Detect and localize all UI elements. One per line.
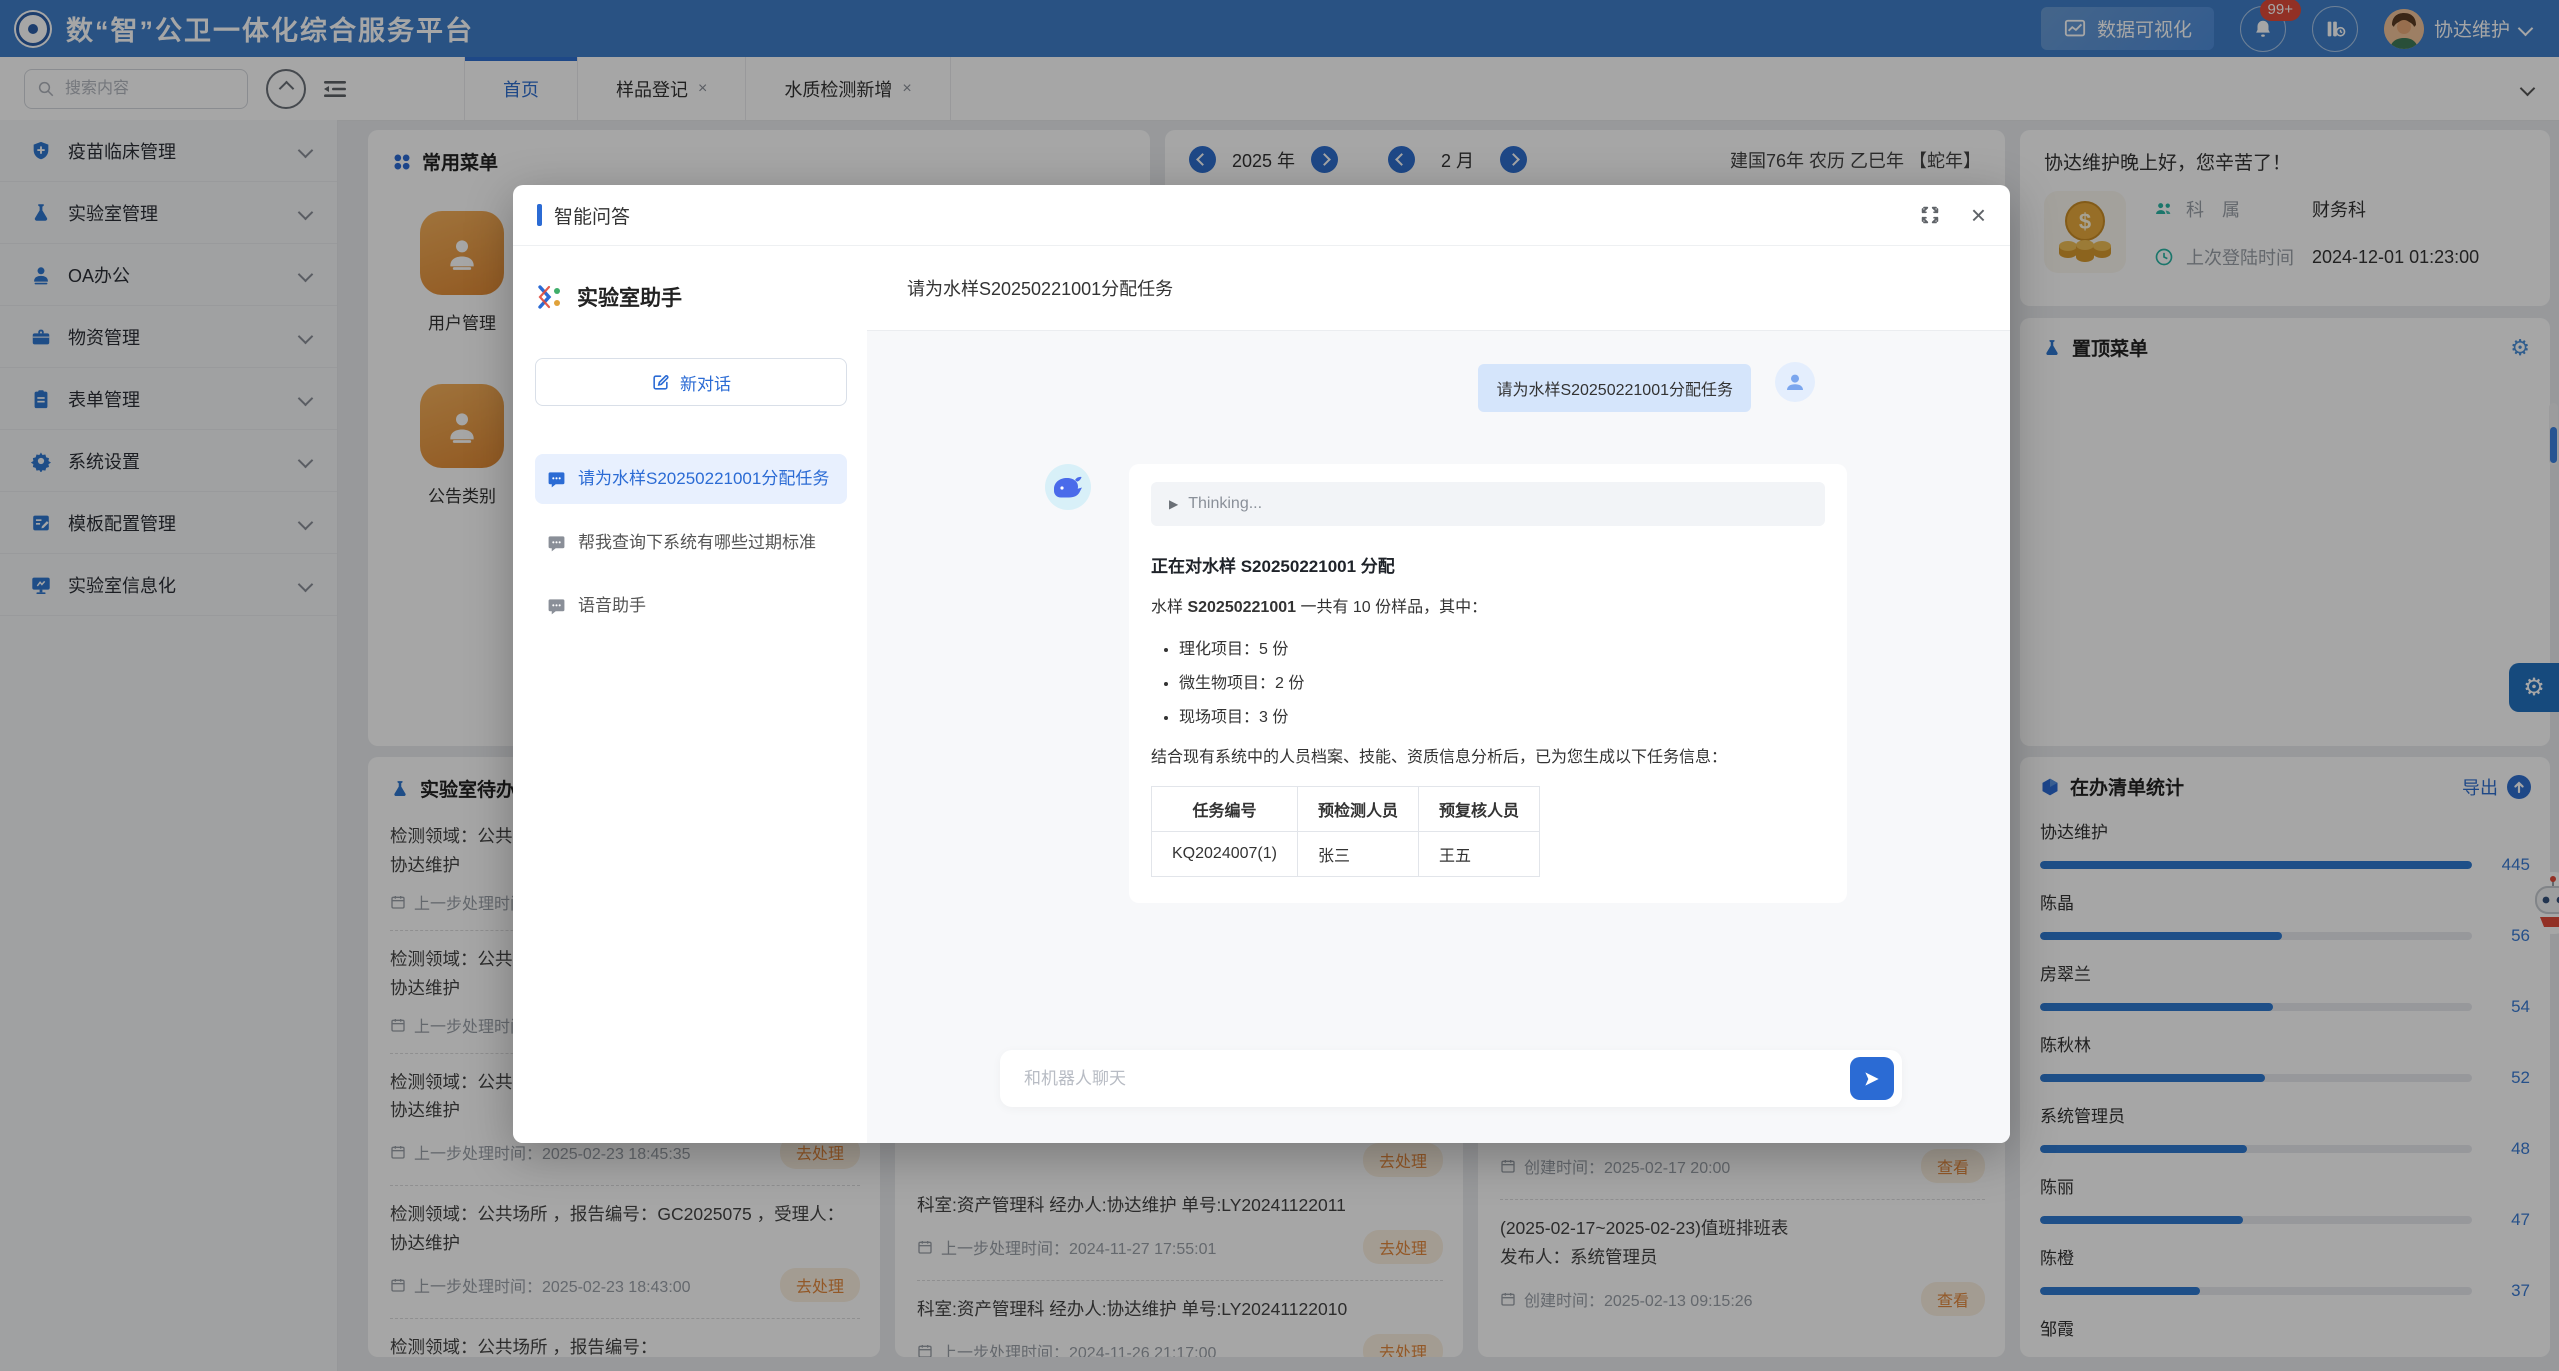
conversation-list: 请为水样S20250221001分配任务 帮我查询下系统有哪些过期标准 语音助手 <box>535 454 847 631</box>
thinking-label: Thinking... <box>1188 495 1262 513</box>
conversation-label: 请为水样S20250221001分配任务 <box>578 466 829 492</box>
task-table: 任务编号预检测人员预复核人员 KQ2024007(1)张三王五 <box>1151 786 1540 877</box>
thinking-toggle[interactable]: ▶ Thinking... <box>1151 482 1825 526</box>
task-table-cell: 王五 <box>1418 832 1539 877</box>
modal-title: 智能问答 <box>554 202 630 229</box>
task-table-header-row: 任务编号预检测人员预复核人员 <box>1152 787 1540 832</box>
task-table-header: 任务编号 <box>1152 787 1298 832</box>
answer-bullet: 理化项目：5 份 <box>1179 635 1825 659</box>
chat-input[interactable] <box>1022 1068 1850 1090</box>
chat-panel: 请为水样S20250221001分配任务 请为水样S20250221001分配任… <box>867 246 2010 1143</box>
conversation-panel: 实验室助手 新对话 请为水样S20250221001分配任务 <box>513 246 867 1143</box>
chat-bubble-icon <box>547 534 566 553</box>
conversation-item[interactable]: 帮我查询下系统有哪些过期标准 <box>535 518 847 568</box>
conversation-label: 语音助手 <box>578 593 646 619</box>
task-table-cell: 张三 <box>1297 832 1418 877</box>
chat-messages: 请为水样S20250221001分配任务 <box>867 331 2010 1143</box>
conversation-label: 帮我查询下系统有哪些过期标准 <box>578 530 816 556</box>
answer-bullets: 理化项目：5 份微生物项目：2 份现场项目：3 份 <box>1157 635 1825 727</box>
compose-icon <box>651 373 670 392</box>
chat-input-bar <box>1000 1050 1902 1107</box>
assistant-message-row: ▶ Thinking... 正在对水样 S20250221001 分配 水样 S… <box>1045 464 1847 903</box>
conversation-item[interactable]: 语音助手 <box>535 581 847 631</box>
answer-summary: 结合现有系统中的人员档案、技能、资质信息分析后，已为您生成以下任务信息： <box>1151 745 1825 771</box>
task-table-header: 预检测人员 <box>1297 787 1418 832</box>
chat-bubble-icon <box>547 597 566 616</box>
user-message-avatar <box>1775 362 1815 402</box>
send-icon <box>1862 1069 1882 1089</box>
ai-chat-modal: 智能问答 × 实验室助手 <box>513 185 2010 1143</box>
triangle-right-icon: ▶ <box>1169 497 1178 511</box>
answer-bullet: 现场项目：3 份 <box>1179 703 1825 727</box>
chat-bubble-icon <box>547 470 566 489</box>
fullscreen-icon[interactable] <box>1919 204 1941 226</box>
task-table-header: 预复核人员 <box>1418 787 1539 832</box>
send-button[interactable] <box>1850 1057 1894 1100</box>
chat-title: 请为水样S20250221001分配任务 <box>867 246 2010 331</box>
new-chat-label: 新对话 <box>680 370 731 395</box>
title-accent-bar <box>537 204 542 226</box>
answer-bullet: 微生物项目：2 份 <box>1179 669 1825 693</box>
conversation-item[interactable]: 请为水样S20250221001分配任务 <box>535 454 847 504</box>
user-message-bubble: 请为水样S20250221001分配任务 <box>1478 364 1751 412</box>
assistant-avatar-whale-icon <box>1045 464 1091 510</box>
answer-intro: 水样 S20250221001 一共有 10 份样品，其中： <box>1151 595 1825 621</box>
assistant-message-card: ▶ Thinking... 正在对水样 S20250221001 分配 水样 S… <box>1129 464 1847 903</box>
assistant-logo <box>535 282 565 312</box>
task-table-row: KQ2024007(1)张三王五 <box>1152 832 1540 877</box>
modal-header: 智能问答 × <box>513 185 2010 246</box>
task-table-cell: KQ2024007(1) <box>1152 832 1298 877</box>
new-chat-button[interactable]: 新对话 <box>535 358 847 406</box>
assistant-name: 实验室助手 <box>577 282 682 312</box>
user-message-row: 请为水样S20250221001分配任务 <box>1478 364 2010 412</box>
close-icon[interactable]: × <box>1971 202 1986 228</box>
answer-heading: 正在对水样 S20250221001 分配 <box>1151 552 1825 577</box>
